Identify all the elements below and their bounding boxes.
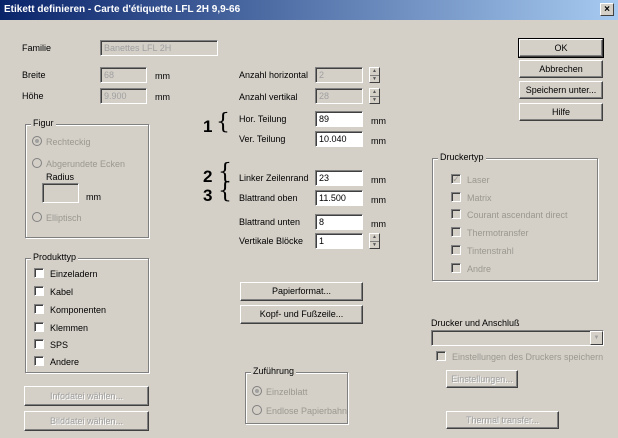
familie-field[interactable]: Banettes LFL 2H (100, 40, 218, 56)
zufuehrung-title: Zuführung (251, 366, 297, 377)
checkbox-komponenten-label: Komponenten (50, 305, 107, 315)
radio-elliptisch-label: Elliptisch (46, 213, 82, 223)
bilddatei-button[interactable]: Bilddatei wählen... (24, 411, 149, 431)
hoehe-unit: mm (155, 92, 170, 102)
checkbox-tintenstrahl[interactable] (451, 245, 461, 255)
callout-2: 2 (203, 167, 213, 186)
checkbox-einzeladern[interactable] (34, 268, 44, 278)
radius-label: Radius (46, 172, 75, 182)
close-button[interactable]: × (600, 3, 614, 16)
brace-3: { (218, 179, 232, 204)
checkbox-thermotransfer-label: Thermotransfer (467, 228, 529, 238)
drucker-anschluss-label: Drucker und Anschluß (431, 318, 520, 328)
blattrand-unten-label: Blattrand unten (239, 217, 301, 227)
checkbox-einzeladern-label: Einzeladern (50, 269, 98, 279)
checkbox-drucker-speichern-label: Einstellungen des Druckers speichern (452, 352, 604, 362)
linker-zeilenrand-unit: mm (371, 175, 386, 185)
checkbox-laser[interactable] (451, 174, 461, 184)
papierformat-button[interactable]: Papierformat... (240, 282, 363, 301)
title-bar: Etikett definieren - Carte d'étiquette L… (0, 0, 618, 20)
chevron-down-icon[interactable]: ▼ (590, 331, 603, 345)
hor-teilung-unit: mm (371, 116, 386, 126)
figur-title: Figur (31, 118, 56, 129)
linker-zeilenrand-field[interactable]: 23 (315, 170, 363, 186)
checkbox-courant-label: Courant ascendant direct (467, 210, 568, 220)
checkbox-andre[interactable] (451, 263, 461, 273)
checkbox-tintenstrahl-label: Tintenstrahl (467, 246, 514, 256)
blattrand-unten-field[interactable]: 8 (315, 214, 363, 230)
anzahl-horizontal-spinner[interactable]: ▲ ▼ (369, 67, 380, 83)
familie-label: Familie (22, 43, 52, 53)
checkbox-courant[interactable] (451, 209, 461, 219)
radio-einzelblatt-label: Einzelblatt (266, 387, 308, 397)
checkbox-andre-label: Andre (467, 264, 492, 274)
hoehe-field[interactable]: 9.900 (100, 88, 147, 104)
checkbox-matrix[interactable] (451, 192, 461, 202)
ver-teilung-unit: mm (371, 136, 386, 146)
ver-teilung-label: Ver. Teilung (239, 134, 286, 144)
checkbox-klemmen-label: Klemmen (50, 323, 89, 333)
checkbox-klemmen[interactable] (34, 322, 44, 332)
radio-elliptisch[interactable] (32, 212, 42, 224)
close-icon: × (604, 4, 610, 15)
radio-abgerundet[interactable] (32, 158, 42, 170)
abbrechen-button[interactable]: Abbrechen (519, 60, 603, 78)
callout-1: 1 (203, 117, 213, 136)
radius-unit: mm (86, 192, 101, 202)
drucker-combo[interactable] (431, 330, 604, 346)
hoehe-label: Höhe (22, 91, 44, 101)
radio-rechteckig-label: Rechteckig (46, 137, 91, 147)
anzahl-vertikal-label: Anzahl vertikal (239, 92, 298, 102)
checkbox-sps-label: SPS (50, 340, 69, 350)
checkbox-kabel-label: Kabel (50, 287, 74, 297)
radio-rechteckig[interactable] (32, 136, 42, 148)
thermal-transfer-button[interactable]: Thermal transfer... (446, 411, 559, 429)
breite-label: Breite (22, 70, 46, 80)
checkbox-komponenten[interactable] (34, 304, 44, 314)
anzahl-horizontal-field[interactable]: 2 (315, 67, 363, 83)
speichern-unter-button[interactable]: Speichern unter... (519, 81, 603, 99)
brace-1: { (216, 110, 230, 135)
blattrand-unten-unit: mm (371, 219, 386, 229)
hor-teilung-label: Hor. Teilung (239, 114, 287, 124)
checkbox-matrix-label: Matrix (467, 193, 492, 203)
produkttyp-title: Produkttyp (31, 252, 79, 263)
radio-endlos[interactable] (252, 405, 262, 417)
infodatei-button[interactable]: Infodatei wählen... (24, 386, 149, 406)
breite-field[interactable]: 68 (100, 67, 147, 83)
checkbox-andere[interactable] (34, 356, 44, 366)
checkbox-thermotransfer[interactable] (451, 227, 461, 237)
anzahl-vertikal-spinner[interactable]: ▲ ▼ (369, 88, 380, 104)
checkbox-kabel[interactable] (34, 286, 44, 296)
blattrand-oben-field[interactable]: 11.500 (315, 190, 363, 206)
checkbox-sps[interactable] (34, 339, 44, 349)
radius-field[interactable] (42, 183, 79, 203)
blattrand-oben-label: Blattrand oben (239, 193, 298, 203)
kopf-fusszeile-button[interactable]: Kopf- und Fußzeile... (240, 305, 363, 324)
ok-button[interactable]: OK (518, 38, 604, 58)
radio-endlos-label: Endlose Papierbahn (266, 406, 348, 416)
checkbox-andere-label: Andere (50, 357, 80, 367)
druckertyp-title: Druckertyp (438, 152, 486, 163)
linker-zeilenrand-label: Linker Zeilenrand (239, 173, 309, 183)
ver-teilung-field[interactable]: 10.040 (315, 131, 363, 147)
checkbox-drucker-speichern[interactable] (436, 351, 446, 361)
anzahl-vertikal-field[interactable]: 28 (315, 88, 363, 104)
checkbox-laser-label: Laser (467, 175, 490, 185)
radio-abgerundet-label: Abgerundete Ecken (46, 159, 126, 169)
hor-teilung-field[interactable]: 89 (315, 111, 363, 127)
vertikale-bloecke-field[interactable]: 1 (315, 233, 363, 249)
blattrand-oben-unit: mm (371, 195, 386, 205)
hilfe-button[interactable]: Hilfe (519, 103, 603, 121)
einstellungen-button[interactable]: Einstellungen... (446, 370, 518, 388)
vertikale-bloecke-label: Vertikale Blöcke (239, 236, 304, 246)
anzahl-horizontal-label: Anzahl horizontal (239, 70, 309, 80)
vertikale-bloecke-spinner[interactable]: ▲ ▼ (369, 233, 380, 249)
radio-einzelblatt[interactable] (252, 386, 262, 398)
window-title: Etikett definieren - Carte d'étiquette L… (4, 4, 241, 15)
callout-3: 3 (203, 186, 213, 205)
breite-unit: mm (155, 71, 170, 81)
